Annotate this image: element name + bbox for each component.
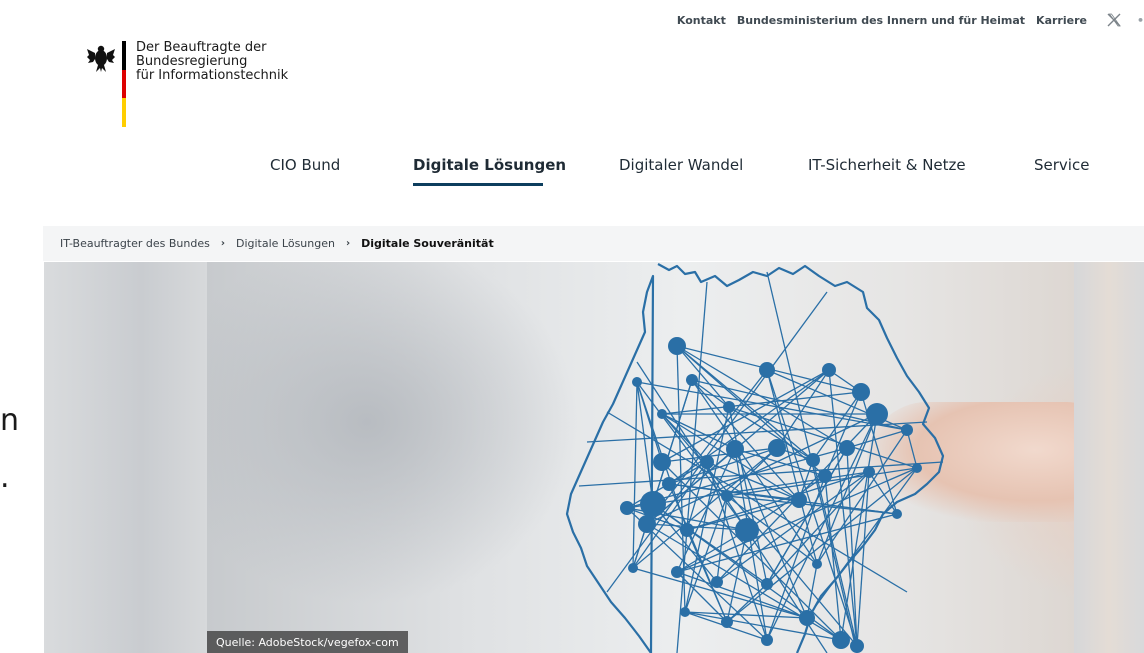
meta-link-karriere[interactable]: Karriere [1036, 14, 1087, 27]
network-connection-line [661, 391, 862, 415]
nav-item-cio-bund[interactable]: CIO Bund [270, 156, 340, 174]
network-node [866, 403, 888, 425]
clipped-text-fragment: . [0, 460, 10, 495]
breadcrumb-separator-icon: › [345, 238, 351, 249]
network-node [832, 631, 850, 649]
network-node [686, 374, 698, 386]
breadcrumb-link-digitale-loesungen[interactable]: Digitale Lösungen [236, 237, 335, 250]
network-connection-line [728, 406, 918, 469]
hero-blur-left [44, 262, 207, 653]
image-caption: Quelle: AdobeStock/vegefox-com [207, 631, 408, 653]
network-connection-line [632, 381, 638, 569]
network-node [628, 563, 638, 573]
network-node [812, 559, 822, 569]
more-icon[interactable]: • [1137, 14, 1144, 27]
network-connection-line [668, 483, 728, 623]
network-connection-line [824, 475, 842, 641]
network-node [726, 440, 744, 458]
flag-gold-stripe [122, 98, 126, 127]
flag-red-stripe [122, 69, 126, 99]
network-node [759, 362, 775, 378]
network-connection-line [676, 345, 730, 408]
logo-line-1: Der Beauftragte der [136, 40, 267, 55]
network-node [912, 463, 922, 473]
hero-image [207, 262, 1107, 653]
network-node [680, 523, 694, 537]
network-node [632, 377, 642, 387]
network-node [818, 469, 832, 483]
network-connection-line [806, 563, 818, 619]
network-node [791, 492, 807, 508]
network-node [620, 501, 634, 515]
network-node [852, 383, 870, 401]
hero-blur-right [1074, 262, 1144, 653]
flag-bar [122, 41, 126, 127]
hero-image-area: Quelle: AdobeStock/vegefox-com [44, 262, 1144, 653]
network-node [850, 639, 864, 653]
network-node [901, 424, 913, 436]
network-node [735, 518, 759, 542]
clipped-text-fragment: n [0, 403, 20, 438]
meta-link-kontakt[interactable]: Kontakt [677, 14, 726, 27]
nav-item-it-sicherheit[interactable]: IT-Sicherheit & Netze [808, 156, 966, 174]
network-node [721, 616, 733, 628]
main-navigation: CIO Bund Digitale Lösungen Digitaler Wan… [0, 156, 1144, 190]
network-node [806, 453, 820, 467]
network-node [668, 337, 686, 355]
network-node [700, 455, 714, 469]
network-connection-line [661, 369, 830, 463]
breadcrumb-current: Digitale Souveränität [361, 237, 494, 250]
network-node [711, 576, 723, 588]
meta-navigation: Kontakt Bundesministerium des Innern und… [677, 10, 1144, 30]
network-node [653, 453, 671, 471]
nav-item-service[interactable]: Service [1034, 156, 1089, 174]
network-node [761, 634, 773, 646]
network-node [839, 440, 855, 456]
nav-item-digitaler-wandel[interactable]: Digitaler Wandel [619, 156, 743, 174]
logo-line-3: für Informationstechnik [136, 68, 289, 83]
breadcrumb-separator-icon: › [220, 238, 225, 249]
logo-line-2: Bundesregierung [136, 54, 248, 69]
network-node [640, 491, 666, 517]
network-node [638, 515, 656, 533]
flag-black-stripe [122, 41, 126, 70]
network-node [768, 439, 786, 457]
logo-wordmark: Der Beauftragte der Bundesregierung für … [136, 41, 288, 83]
x-logo-icon[interactable] [1106, 12, 1122, 28]
network-node [657, 409, 667, 419]
network-node [799, 610, 815, 626]
germany-network-map-icon [565, 263, 945, 653]
breadcrumb: IT-Beauftragter des Bundes › Digitale Lö… [43, 226, 1144, 261]
site-logo[interactable]: Der Beauftragte der Bundesregierung für … [86, 41, 306, 129]
network-node [892, 509, 902, 519]
federal-eagle-icon [87, 45, 115, 72]
network-node [671, 566, 683, 578]
network-node [680, 607, 690, 617]
meta-link-ministry[interactable]: Bundesministerium des Innern und für Hei… [737, 14, 1025, 27]
network-connection-line [668, 369, 830, 485]
network-node [863, 466, 875, 478]
network-node [822, 363, 836, 377]
network-node [721, 490, 733, 502]
network-node [662, 477, 676, 491]
breadcrumb-link-home[interactable]: IT-Beauftragter des Bundes [60, 237, 210, 250]
network-node [761, 578, 773, 590]
nav-item-digitale-loesungen[interactable]: Digitale Lösungen [413, 156, 566, 174]
active-nav-indicator [413, 183, 543, 186]
network-node [723, 401, 735, 413]
